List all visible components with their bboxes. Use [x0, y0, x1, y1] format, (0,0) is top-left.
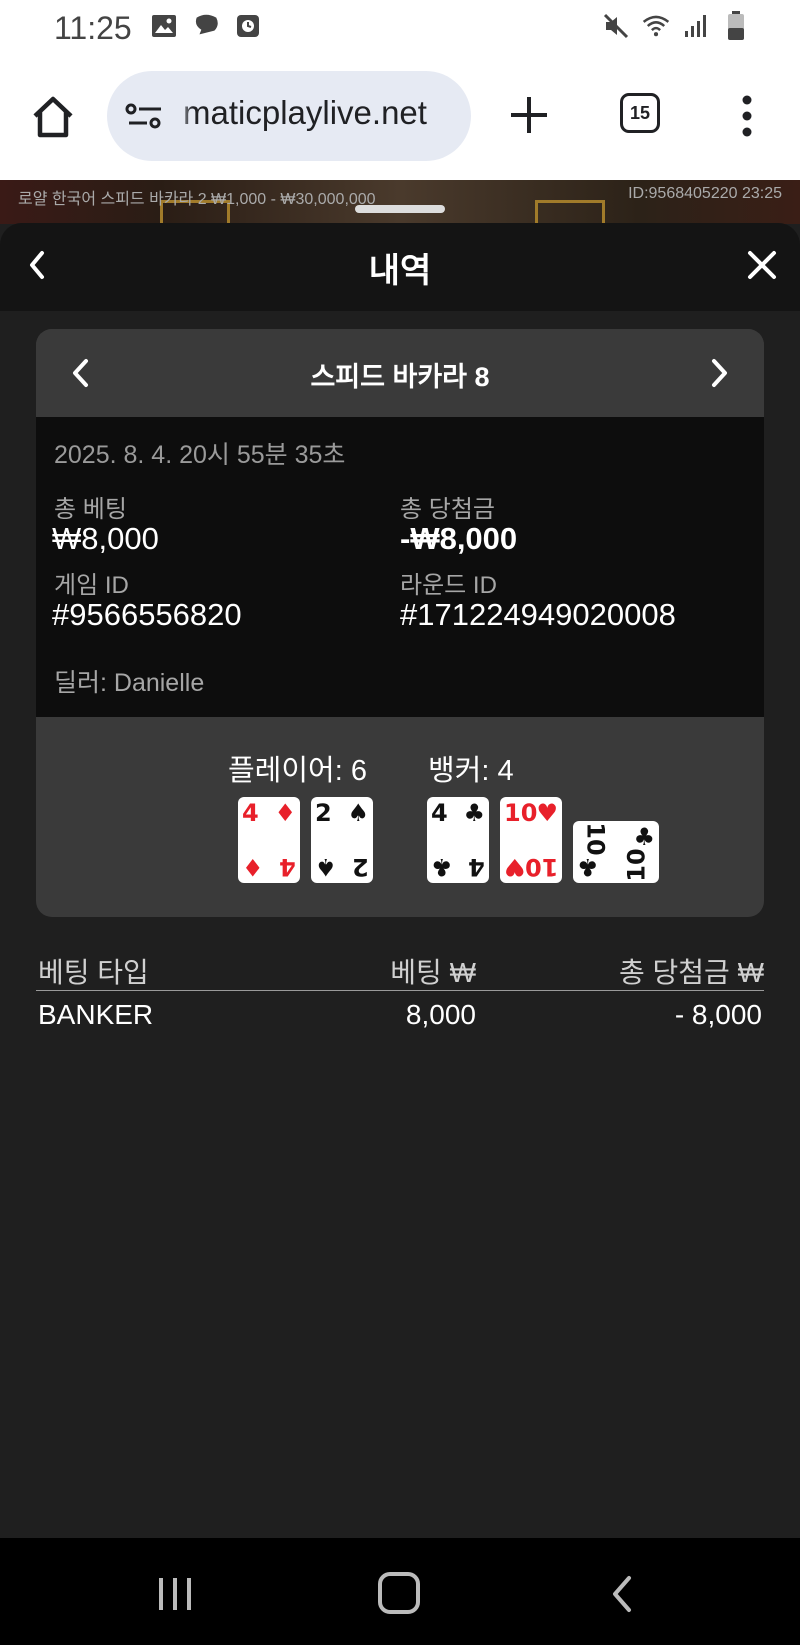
table-info: 로얄 한국어 스피드 바카라 2 ₩1,000 - ₩30,000,000 — [18, 191, 376, 208]
card-suit: ♠ — [315, 853, 337, 881]
card-suit: ♣ — [463, 799, 485, 827]
game-name: 스피드 바카라 8 — [310, 362, 490, 392]
card-rank: 4 — [242, 799, 259, 827]
bet-type-cell: BANKER — [38, 999, 154, 1030]
card-suit: ♣ — [633, 823, 655, 851]
bets-table-header: 베팅 타입 베팅 ₩ 총 당첨금 ₩ — [36, 943, 764, 991]
game-background: 로얄 한국어 스피드 바카라 2 ₩1,000 - ₩30,000,000 ID… — [0, 180, 800, 224]
round-datetime: 2025. 8. 4. 20시 55분 35초 — [54, 441, 346, 469]
round-info: 2025. 8. 4. 20시 55분 35초 총 베팅 ₩8,000 총 당첨… — [36, 417, 764, 717]
tab-count: 15 — [629, 102, 651, 123]
address-bar[interactable]: maticplaylive.net — [107, 71, 471, 161]
round-detail-card: 스피드 바카라 8 2025. 8. 4. 20시 55분 35초 총 베팅 ₩… — [36, 329, 764, 917]
url-fade — [173, 71, 193, 161]
card-suit: ♦ — [274, 799, 296, 827]
banker-card-3: 10 ♣ ♣ 10 — [573, 821, 659, 883]
history-sheet: 내역 스피드 바카라 8 2025. 8. 4. 20시 55분 35초 총 베… — [0, 223, 800, 1538]
game-id-label: 게임 ID — [54, 572, 129, 599]
dealt-cards: 플레이어: 6 뱅커: 4 4 ♦ ♦ 4 2 ♠ ♠ 2 4 ♣ ♣ 4 10… — [36, 717, 764, 917]
gallery-icon — [150, 12, 178, 40]
mute-icon — [602, 12, 630, 40]
round-id-label: 라운드 ID — [400, 572, 497, 599]
game-id-value: #9566556820 — [52, 597, 242, 632]
player-score: 플레이어: 6 — [228, 755, 367, 787]
card-rank: 10 — [581, 822, 610, 856]
nav-back-icon[interactable] — [607, 1572, 637, 1616]
bet-amount-cell: 8,000 — [405, 999, 476, 1030]
column-bet-type: 베팅 타입 — [38, 957, 149, 988]
card-suit: ♠ — [347, 799, 369, 827]
status-bar: 11:25 — [0, 0, 800, 58]
signal-icon — [682, 12, 710, 40]
player-card-2: 2 ♠ ♠ 2 — [311, 797, 373, 883]
tab-switcher-button[interactable]: 15 — [620, 93, 660, 133]
card-suit: ♣ — [431, 853, 453, 881]
player-card-1: 4 ♦ ♦ 4 — [238, 797, 300, 883]
close-icon[interactable] — [746, 249, 778, 281]
total-win-cell: - 8,000 — [674, 999, 762, 1030]
card-rank: 4 — [431, 799, 448, 827]
card-rank: 10 — [504, 799, 538, 827]
site-settings-icon[interactable] — [125, 101, 165, 131]
card-header: 스피드 바카라 8 — [36, 329, 764, 417]
new-tab-icon[interactable] — [507, 93, 551, 137]
card-suit: ♦ — [242, 853, 264, 881]
next-round-icon[interactable] — [704, 353, 734, 393]
total-bet-label: 총 베팅 — [54, 496, 127, 523]
dealer-name: 딜러: Danielle — [54, 669, 205, 697]
painting-frame — [535, 200, 605, 224]
chat-bubble-icon — [192, 12, 220, 40]
card-suit: ♥ — [536, 799, 558, 827]
total-win-label: 총 당첨금 — [400, 496, 495, 523]
wifi-icon — [642, 12, 670, 40]
card-rank: 4 — [279, 853, 296, 881]
card-suit: ♣ — [577, 853, 599, 881]
card-rank: 10 — [622, 848, 651, 882]
card-rank: 2 — [315, 799, 332, 827]
banker-card-2: 10 ♥ ♥ 10 — [500, 797, 562, 883]
home-icon[interactable] — [30, 94, 76, 140]
sheet-title: 내역 — [368, 252, 432, 290]
banker-card-1: 4 ♣ ♣ 4 — [427, 797, 489, 883]
recent-apps-icon[interactable] — [155, 1574, 195, 1614]
card-rank: 10 — [524, 853, 558, 881]
card-rank: 4 — [468, 853, 485, 881]
table-row: BANKER 8,000 - 8,000 — [36, 991, 764, 1041]
browser-toolbar: maticplaylive.net 15 — [0, 58, 800, 180]
clock-app-icon — [234, 12, 262, 40]
banker-score: 뱅커: 4 — [428, 755, 514, 787]
battery-icon — [722, 11, 750, 40]
url-text: maticplaylive.net — [183, 94, 427, 131]
total-bet-value: ₩8,000 — [52, 521, 159, 556]
session-info: ID:9568405220 23:25 — [628, 185, 782, 202]
column-total-win: 총 당첨금 ₩ — [618, 957, 764, 988]
system-nav-bar — [0, 1538, 800, 1645]
nav-home-icon[interactable] — [378, 1572, 420, 1614]
round-id-value: #171224949020008 — [400, 597, 676, 632]
card-rank: 2 — [352, 853, 369, 881]
more-menu-icon[interactable] — [735, 94, 759, 138]
status-time: 11:25 — [54, 10, 132, 46]
card-suit: ♥ — [504, 853, 526, 881]
total-win-value: -₩8,000 — [400, 521, 518, 556]
sheet-drag-handle[interactable] — [355, 205, 445, 213]
column-bet-amount: 베팅 ₩ — [390, 957, 476, 988]
bets-table: 베팅 타입 베팅 ₩ 총 당첨금 ₩ BANKER 8,000 - 8,000 — [36, 943, 764, 1041]
sheet-header: 내역 — [0, 223, 800, 311]
